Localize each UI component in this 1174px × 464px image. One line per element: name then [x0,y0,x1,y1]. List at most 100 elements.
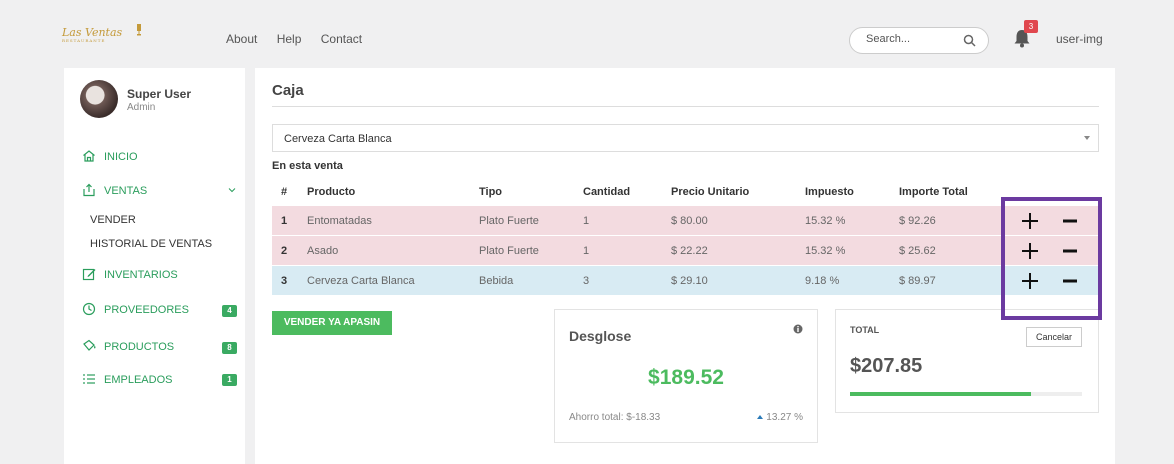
edit-icon [82,268,96,281]
caret-up-icon [757,415,764,419]
cell-impuesto: 9.18 % [805,275,840,287]
cell-num: 2 [281,245,288,257]
desglose-card: Desglose $189.52 Ahorro total: $-18.33 1… [554,309,818,443]
cell-tipo: Plato Fuerte [479,215,539,227]
user-role: Admin [127,102,156,113]
minus-icon[interactable] [1061,272,1079,290]
count-badge: 4 [222,305,237,317]
sidebar-item-proveedores[interactable]: PROVEEDORES [82,302,189,318]
total-label: TOTAL [850,325,880,335]
col-header-importe: Importe Total [899,186,968,198]
sidebar-item-inicio[interactable]: INICIO [82,149,138,165]
table-row: 2 Asado Plato Fuerte 1 $ 22.22 15.32 % $… [272,236,1099,265]
sidebar-item-empleados[interactable]: EMPLEADOS [82,372,172,388]
highlight-box [1001,197,1102,320]
count-badge: 8 [222,342,237,354]
caret-down-icon [1084,136,1090,140]
plus-icon[interactable] [1021,212,1039,230]
cell-impuesto: 15.32 % [805,215,846,227]
home-icon [83,150,95,162]
cancel-button[interactable]: Cancelar [1026,327,1082,347]
search-input[interactable] [866,33,956,45]
cell-precio: $ 80.00 [671,215,708,227]
savings-percent-value: 13.27 % [766,412,803,423]
total-card: TOTAL $207.85 Cancelar [835,309,1099,413]
product-select-value: Cerveza Carta Blanca [284,133,392,145]
divider [272,106,1099,107]
avatar[interactable] [80,80,118,118]
savings-percent: 13.27 % [757,412,803,423]
sidebar-item-label: VENTAS [104,185,148,197]
col-header-impuesto: Impuesto [805,186,854,198]
cell-producto: Asado [307,245,339,257]
user-name: Super User [127,87,192,101]
cell-precio: $ 29.10 [671,275,708,287]
total-amount: $207.85 [850,355,923,377]
cell-cantidad: 3 [583,275,590,287]
sidebar-item-productos[interactable]: PRODUCTOS [82,339,174,355]
col-header-producto: Producto [307,186,356,198]
nav-about[interactable]: About [226,32,257,46]
top-bar: Las Ventas RESTAURANTE About Help Contac… [0,0,1174,60]
cell-importe: $ 89.97 [899,275,936,287]
cell-producto: Cerveza Carta Blanca [307,275,415,287]
plus-icon[interactable] [1021,272,1039,290]
sidebar-item-label: PROVEEDORES [104,304,189,316]
submenu-historial[interactable]: HISTORIAL DE VENTAS [90,238,212,250]
table-row: 3 Cerveza Carta Blanca Bebida 3 $ 29.10 … [272,266,1099,295]
bucket-icon [83,339,96,351]
search-icon[interactable] [963,34,976,47]
cell-importe: $ 25.62 [899,245,936,257]
info-icon[interactable] [793,324,803,334]
notification-badge: 3 [1024,20,1038,33]
list-icon [83,374,95,384]
sidebar-item-label: INVENTARIOS [104,269,178,281]
section-label: En esta venta [272,160,343,172]
col-header-precio: Precio Unitario [671,186,750,198]
product-select[interactable]: Cerveza Carta Blanca [272,124,1099,152]
cell-tipo: Bebida [479,275,514,287]
user-menu[interactable]: user-img [1056,32,1103,46]
cup-icon [137,24,141,36]
nav-help[interactable]: Help [277,32,302,46]
clock-icon [82,302,96,316]
progress-bar [850,392,1082,396]
minus-icon[interactable] [1061,212,1079,230]
sidebar-item-label: PRODUCTOS [104,341,175,353]
cell-num: 1 [281,215,288,227]
sidebar-item-inventarios[interactable]: INVENTARIOS [82,267,178,283]
col-header-num: # [281,186,288,198]
ventas-icon [83,183,95,197]
sidebar-item-ventas[interactable]: VENTAS [82,183,147,199]
desglose-amount: $189.52 [648,366,724,389]
savings-text: Ahorro total: $-18.33 [569,412,661,423]
top-nav: About Help Contact [226,32,378,46]
col-header-cantidad: Cantidad [583,186,631,198]
main-panel: Caja Cerveza Carta Blanca En esta venta … [255,68,1115,464]
sidebar-item-label: INICIO [104,151,138,163]
cell-tipo: Plato Fuerte [479,245,539,257]
sidebar: Super User Admin INICIO VENTAS VENDER HI… [64,68,245,464]
sidebar-item-label: EMPLEADOS [104,374,173,386]
col-header-tipo: Tipo [479,186,503,198]
desglose-title: Desglose [569,328,632,344]
cell-cantidad: 1 [583,215,590,227]
minus-icon[interactable] [1061,242,1079,260]
cell-impuesto: 15.32 % [805,245,846,257]
chevron-down-icon[interactable] [228,186,236,194]
cell-importe: $ 92.26 [899,215,936,227]
count-badge: 1 [222,374,237,386]
sell-button[interactable]: VENDER YA APASIN [272,311,392,335]
cell-cantidad: 1 [583,245,590,257]
page-title: Caja [272,82,304,99]
table-row: 1 Entomatadas Plato Fuerte 1 $ 80.00 15.… [272,206,1099,235]
plus-icon[interactable] [1021,242,1039,260]
cell-precio: $ 22.22 [671,245,708,257]
progress-fill [850,392,1031,396]
search-box [849,27,989,54]
logo[interactable]: Las Ventas RESTAURANTE [62,24,141,43]
submenu-vender[interactable]: VENDER [90,214,136,226]
nav-contact[interactable]: Contact [321,32,362,46]
cell-producto: Entomatadas [307,215,372,227]
cell-num: 3 [281,275,288,287]
